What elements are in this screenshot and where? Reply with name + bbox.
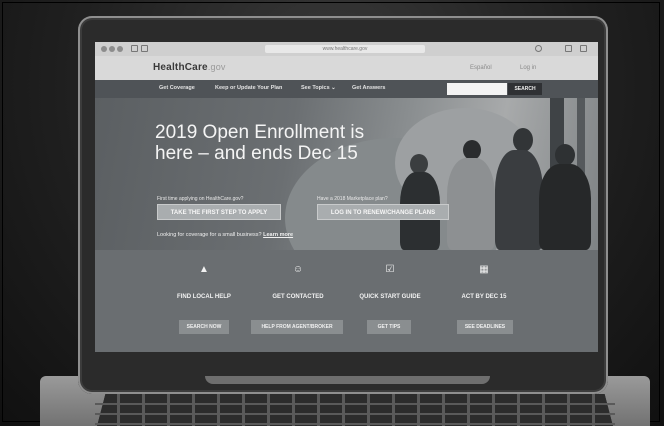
get-tips-button[interactable]: GET TIPS: [367, 320, 411, 334]
person-head: [555, 144, 575, 166]
laptop-hinge: [205, 376, 490, 384]
person-body: [539, 164, 591, 250]
person-head: [513, 128, 533, 152]
window-zoom-dot[interactable]: [117, 46, 123, 52]
photo-scene: www.healthcare.gov HealthCare.gov Españo…: [0, 0, 664, 426]
agent-broker-button[interactable]: HELP FROM AGENT/BROKER: [251, 320, 343, 334]
see-deadlines-button[interactable]: SEE DEADLINES: [457, 320, 513, 334]
tile-act-by-dec-15: ▦ ACT BY DEC 15 SEE DEADLINES: [429, 250, 539, 350]
checklist-icon: ☑: [385, 264, 395, 275]
hero-title-line-2: here – and ends Dec 15: [155, 143, 358, 164]
keyboard-row-gap: [95, 403, 615, 405]
road-icon: ▲: [199, 264, 209, 275]
nav-get-answers[interactable]: Get Answers: [352, 85, 385, 91]
hero-title: 2019 Open Enrollment is here – and ends …: [155, 122, 415, 164]
apply-button[interactable]: TAKE THE FIRST STEP TO APPLY: [157, 204, 281, 220]
reload-icon[interactable]: [535, 45, 542, 52]
small-business-line: Looking for coverage for a small busines…: [157, 232, 293, 238]
logo-main-text: HealthCare: [153, 62, 208, 73]
window-close-dot[interactable]: [101, 46, 107, 52]
hero-banner: 2019 Open Enrollment is here – and ends …: [95, 98, 598, 250]
search-now-button[interactable]: SEARCH NOW: [179, 320, 229, 334]
search-button[interactable]: SEARCH: [508, 83, 542, 95]
nav-get-coverage[interactable]: Get Coverage: [159, 85, 195, 91]
person-body: [495, 150, 543, 250]
people-icon: ☺: [292, 264, 304, 275]
language-link[interactable]: Español: [470, 65, 492, 71]
browser-toolbar: www.healthcare.gov: [95, 42, 598, 56]
site-header: HealthCare.gov Español Log in: [95, 56, 598, 80]
window-minimize-dot[interactable]: [109, 46, 115, 52]
person-head: [463, 140, 481, 160]
nav-see-topics[interactable]: See Topics ⌄: [301, 85, 336, 91]
search-input[interactable]: [447, 83, 507, 95]
address-bar[interactable]: www.healthcare.gov: [265, 45, 425, 53]
main-nav: Get Coverage Keep or Update Your Plan Se…: [95, 80, 598, 98]
quick-links-section: ▲ FIND LOCAL HELP SEARCH NOW ☺ GET CONTA…: [95, 250, 598, 352]
hero-title-line-1: 2019 Open Enrollment is: [155, 122, 365, 143]
tabs-icon[interactable]: [580, 45, 587, 52]
calendar-icon: ▦: [479, 264, 489, 275]
person-body: [447, 158, 495, 250]
back-icon[interactable]: [131, 45, 138, 52]
login-link[interactable]: Log in: [520, 65, 536, 71]
keyboard-row-gap: [95, 413, 615, 415]
keyboard-row-gap: [95, 423, 615, 425]
share-icon[interactable]: [565, 45, 572, 52]
tile-title: ACT BY DEC 15: [461, 294, 507, 300]
existing-plan-question: Have a 2018 Marketplace plan?: [317, 196, 388, 202]
renew-plan-button[interactable]: LOG IN TO RENEW/CHANGE PLANS: [317, 204, 449, 220]
laptop-keyboard: [95, 394, 615, 426]
healthcare-logo[interactable]: HealthCare.gov: [153, 62, 226, 73]
learn-more-link[interactable]: Learn more: [263, 232, 293, 238]
first-time-question: First time applying on HealthCare.gov?: [157, 196, 244, 202]
logo-suffix-text: .gov: [207, 62, 226, 72]
nav-keep-update-plan[interactable]: Keep or Update Your Plan: [215, 85, 282, 91]
laptop-screen: www.healthcare.gov HealthCare.gov Españo…: [95, 42, 598, 352]
small-business-text: Looking for coverage for a small busines…: [157, 232, 262, 238]
forward-icon[interactable]: [141, 45, 148, 52]
